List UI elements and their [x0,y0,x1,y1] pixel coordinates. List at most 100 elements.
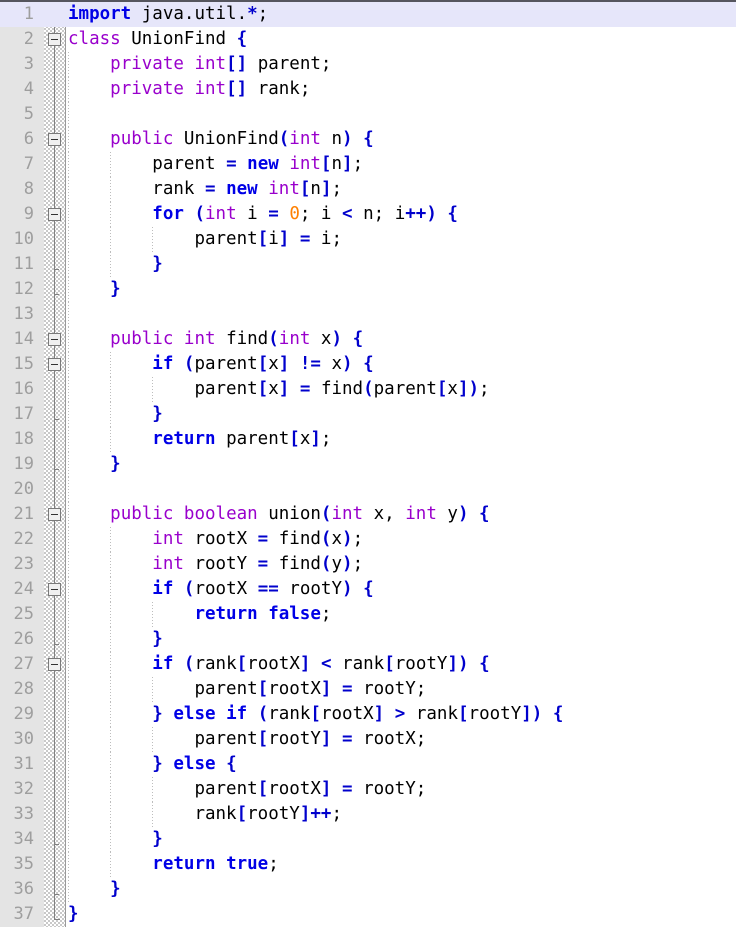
code-text[interactable]: return false; [68,602,331,627]
code-line[interactable]: 31 } else { [0,752,736,777]
code-text[interactable]: } else if (rank[rootX] > rank[rootY]) { [68,702,563,727]
code-line[interactable]: 26 } [0,627,736,652]
code-text[interactable]: parent[x] = find(parent[x]); [68,377,489,402]
fold-cell[interactable] [44,127,66,152]
code-text[interactable]: parent[i] = i; [68,227,342,252]
fold-cell[interactable] [44,327,66,352]
code-line[interactable]: 27 if (rank[rootX] < rank[rootY]) { [0,652,736,677]
code-line[interactable]: 19 } [0,452,736,477]
fold-cell[interactable] [44,352,66,377]
code-text[interactable]: } else { [68,752,236,777]
code-line[interactable]: 3 private int[] parent; [0,52,736,77]
code-line[interactable]: 30 parent[rootY] = rootX; [0,727,736,752]
fold-collapse-icon[interactable] [48,208,61,221]
code-line[interactable]: 16 parent[x] = find(parent[x]); [0,377,736,402]
fold-cell[interactable] [44,27,66,52]
code-text[interactable]: parent = new int[n]; [68,152,363,177]
fold-cell[interactable] [44,502,66,527]
code-line[interactable]: 35 return true; [0,852,736,877]
code-text[interactable]: parent[rootY] = rootX; [68,727,426,752]
code-text[interactable]: } [68,627,163,652]
code-text[interactable]: } [68,877,121,902]
code-text[interactable]: } [68,452,121,477]
code-text[interactable]: } [68,902,79,927]
code-line[interactable]: 13 [0,302,736,327]
code-text[interactable]: public UnionFind(int n) { [68,127,373,152]
code-line[interactable]: 23 int rootY = find(y); [0,552,736,577]
code-text[interactable]: rank = new int[n]; [68,177,342,202]
code-line[interactable]: 25 return false; [0,602,736,627]
code-text[interactable]: public boolean union(int x, int y) { [68,502,489,527]
code-text[interactable]: } [68,277,121,302]
code-text[interactable]: } [68,252,163,277]
fold-end-tick [54,269,59,270]
code-text[interactable]: rank[rootY]++; [68,802,342,827]
code-line[interactable]: 18 return parent[x]; [0,427,736,452]
token-pl: ; [257,4,269,24]
code-line[interactable]: 22 int rootX = find(x); [0,527,736,552]
fold-cell [44,377,66,402]
code-text[interactable]: for (int i = 0; i < n; i++) { [68,202,458,227]
code-line[interactable]: 34 } [0,827,736,852]
fold-collapse-icon[interactable] [48,333,61,346]
code-line[interactable]: 36 } [0,877,736,902]
code-line[interactable]: 14 public int find(int x) { [0,327,736,352]
code-line[interactable]: 37} [0,902,736,927]
code-line[interactable]: 8 rank = new int[n]; [0,177,736,202]
code-text[interactable]: parent[rootX] = rootY; [68,677,426,702]
code-text[interactable]: int rootX = find(x); [68,527,363,552]
token-id: rootY [394,654,448,674]
code-line[interactable]: 9 for (int i = 0; i < n; i++) { [0,202,736,227]
code-text[interactable]: if (rank[rootX] < rank[rootY]) { [68,652,489,677]
code-line[interactable]: 6 public UnionFind(int n) { [0,127,736,152]
code-line[interactable]: 33 rank[rootY]++; [0,802,736,827]
code-line[interactable]: 29 } else if (rank[rootX] > rank[rootY])… [0,702,736,727]
code-line[interactable]: 11 } [0,252,736,277]
code-line[interactable]: 4 private int[] rank; [0,77,736,102]
code-line[interactable]: 2 class UnionFind { [0,27,736,52]
fold-collapse-icon[interactable] [48,133,61,146]
token-op: } [152,404,163,424]
code-line[interactable]: 24 if (rootX == rootY) { [0,577,736,602]
code-line[interactable]: 32 parent[rootX] = rootY; [0,777,736,802]
code-line[interactable]: 17 } [0,402,736,427]
code-line[interactable]: 28 parent[rootX] = rootY; [0,677,736,702]
code-line[interactable]: 5 [0,102,736,127]
code-line[interactable]: 10 parent[i] = i; [0,227,736,252]
fold-collapse-icon[interactable] [48,658,61,671]
code-line[interactable]: 21 public boolean union(int x, int y) { [0,502,736,527]
code-text[interactable]: return true; [68,852,278,877]
code-text[interactable]: } [68,827,163,852]
line-number: 12 [13,279,34,299]
code-text[interactable]: return parent[x]; [68,427,331,452]
fold-collapse-icon[interactable] [48,508,61,521]
code-text[interactable]: parent[rootX] = rootY; [68,777,426,802]
fold-collapse-icon[interactable] [48,583,61,596]
code-text[interactable]: if (rootX == rootY) { [68,577,373,602]
token-id: find [278,554,321,574]
code-text[interactable]: private int[] rank; [68,77,310,102]
fold-collapse-icon[interactable] [48,358,61,371]
code-text[interactable]: public int find(int x) { [68,327,363,352]
code-text[interactable]: if (parent[x] != x) { [68,352,373,377]
code-text[interactable]: private int[] parent; [68,52,331,77]
code-text[interactable]: import java.util.*; [68,2,268,27]
code-text[interactable]: } [68,402,163,427]
code-line[interactable]: 20 [0,477,736,502]
fold-cell[interactable] [44,652,66,677]
token-id: x [268,379,279,399]
fold-cell[interactable] [44,577,66,602]
token-id: UnionFind [183,129,279,149]
code-text[interactable]: class UnionFind { [68,27,247,52]
code-editor[interactable]: 1 import java.util.*; 2 class UnionFind {3 … [0,0,736,927]
code-line[interactable]: 1 import java.util.*; [0,2,736,27]
code-line[interactable]: 7 parent = new int[n]; [0,152,736,177]
fold-collapse-icon[interactable] [48,33,61,46]
code-line[interactable]: 12 } [0,277,736,302]
code-line[interactable]: 15 if (parent[x] != x) { [0,352,736,377]
code-text[interactable]: int rootY = find(y); [68,552,363,577]
fold-cell[interactable] [44,202,66,227]
